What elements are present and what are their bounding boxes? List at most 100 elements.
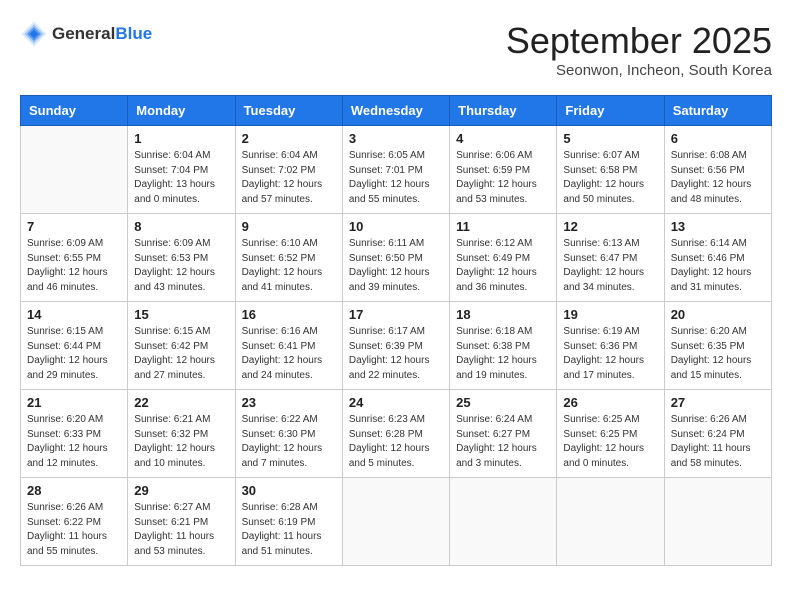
calendar-cell: 24 Sunrise: 6:23 AM Sunset: 6:28 PM Dayli…	[342, 390, 449, 478]
day-number: 5	[563, 131, 657, 146]
day-info: Sunrise: 6:19 AM Sunset: 6:36 PM Dayligh…	[563, 325, 657, 383]
weekday-header-friday: Friday	[557, 96, 664, 126]
day-number: 9	[242, 219, 336, 234]
weekday-header-monday: Monday	[128, 96, 235, 126]
calendar-cell: 21 Sunrise: 6:20 AM Sunset: 6:33 PM Dayli…	[21, 390, 128, 478]
month-title: September 2025	[506, 20, 772, 62]
calendar-cell	[557, 478, 664, 566]
weekday-header-tuesday: Tuesday	[235, 96, 342, 126]
day-info: Sunrise: 6:14 AM Sunset: 6:46 PM Dayligh…	[671, 237, 765, 295]
calendar-cell	[450, 478, 557, 566]
calendar-week-row: 7 Sunrise: 6:09 AM Sunset: 6:55 PM Daylig…	[21, 214, 772, 302]
day-info: Sunrise: 6:15 AM Sunset: 6:44 PM Dayligh…	[27, 325, 121, 383]
calendar-cell: 7 Sunrise: 6:09 AM Sunset: 6:55 PM Daylig…	[21, 214, 128, 302]
logo-general: General	[52, 24, 115, 43]
calendar-table: SundayMondayTuesdayWednesdayThursdayFrid…	[20, 95, 772, 566]
day-info: Sunrise: 6:09 AM Sunset: 6:55 PM Dayligh…	[27, 237, 121, 295]
calendar-cell: 9 Sunrise: 6:10 AM Sunset: 6:52 PM Daylig…	[235, 214, 342, 302]
day-info: Sunrise: 6:07 AM Sunset: 6:58 PM Dayligh…	[563, 149, 657, 207]
calendar-cell: 5 Sunrise: 6:07 AM Sunset: 6:58 PM Daylig…	[557, 126, 664, 214]
day-number: 29	[134, 483, 228, 498]
day-number: 21	[27, 395, 121, 410]
weekday-header-sunday: Sunday	[21, 96, 128, 126]
day-info: Sunrise: 6:04 AM Sunset: 7:02 PM Dayligh…	[242, 149, 336, 207]
calendar-cell: 4Sunrise: 6:06 AM Sunset: 6:59 PM Daylig…	[450, 126, 557, 214]
calendar-cell: 18 Sunrise: 6:18 AM Sunset: 6:38 PM Dayli…	[450, 302, 557, 390]
logo: GeneralBlue	[20, 20, 152, 48]
day-info: Sunrise: 6:28 AM Sunset: 6:19 PM Dayligh…	[242, 501, 336, 559]
day-number: 10	[349, 219, 443, 234]
day-info: Sunrise: 6:23 AM Sunset: 6:28 PM Dayligh…	[349, 413, 443, 471]
day-info: Sunrise: 6:18 AM Sunset: 6:38 PM Dayligh…	[456, 325, 550, 383]
location-subtitle: Seonwon, Incheon, South Korea	[506, 62, 772, 79]
day-number: 25	[456, 395, 550, 410]
calendar-cell: 27Sunrise: 6:26 AM Sunset: 6:24 PM Dayli…	[664, 390, 771, 478]
calendar-cell: 6 Sunrise: 6:08 AM Sunset: 6:56 PM Daylig…	[664, 126, 771, 214]
weekday-header-thursday: Thursday	[450, 96, 557, 126]
day-info: Sunrise: 6:15 AM Sunset: 6:42 PM Dayligh…	[134, 325, 228, 383]
calendar-cell: 29 Sunrise: 6:27 AM Sunset: 6:21 PM Dayli…	[128, 478, 235, 566]
day-number: 20	[671, 307, 765, 322]
day-number: 16	[242, 307, 336, 322]
calendar-cell: 20 Sunrise: 6:20 AM Sunset: 6:35 PM Dayli…	[664, 302, 771, 390]
calendar-week-row: 14Sunrise: 6:15 AM Sunset: 6:44 PM Dayli…	[21, 302, 772, 390]
day-number: 15	[134, 307, 228, 322]
logo-blue: Blue	[115, 24, 152, 43]
calendar-cell: 12Sunrise: 6:13 AM Sunset: 6:47 PM Dayli…	[557, 214, 664, 302]
day-info: Sunrise: 6:11 AM Sunset: 6:50 PM Dayligh…	[349, 237, 443, 295]
day-info: Sunrise: 6:25 AM Sunset: 6:25 PM Dayligh…	[563, 413, 657, 471]
calendar-cell: 19 Sunrise: 6:19 AM Sunset: 6:36 PM Dayli…	[557, 302, 664, 390]
calendar-week-row: 28Sunrise: 6:26 AM Sunset: 6:22 PM Dayli…	[21, 478, 772, 566]
day-number: 12	[563, 219, 657, 234]
day-info: Sunrise: 6:08 AM Sunset: 6:56 PM Dayligh…	[671, 149, 765, 207]
calendar-cell: 26 Sunrise: 6:25 AM Sunset: 6:25 PM Dayli…	[557, 390, 664, 478]
page-header: GeneralBlue September 2025 Seonwon, Inch…	[20, 20, 772, 79]
day-info: Sunrise: 6:09 AM Sunset: 6:53 PM Dayligh…	[134, 237, 228, 295]
day-info: Sunrise: 6:26 AM Sunset: 6:22 PM Dayligh…	[27, 501, 121, 559]
day-number: 6	[671, 131, 765, 146]
calendar-cell: 16 Sunrise: 6:16 AM Sunset: 6:41 PM Dayli…	[235, 302, 342, 390]
calendar-cell: 28Sunrise: 6:26 AM Sunset: 6:22 PM Dayli…	[21, 478, 128, 566]
day-number: 26	[563, 395, 657, 410]
calendar-cell: 3 Sunrise: 6:05 AM Sunset: 7:01 PM Daylig…	[342, 126, 449, 214]
day-info: Sunrise: 6:10 AM Sunset: 6:52 PM Dayligh…	[242, 237, 336, 295]
day-number: 24	[349, 395, 443, 410]
day-number: 30	[242, 483, 336, 498]
day-number: 19	[563, 307, 657, 322]
day-info: Sunrise: 6:05 AM Sunset: 7:01 PM Dayligh…	[349, 149, 443, 207]
calendar-cell: 10 Sunrise: 6:11 AM Sunset: 6:50 PM Dayli…	[342, 214, 449, 302]
calendar-cell	[664, 478, 771, 566]
calendar-cell: 14Sunrise: 6:15 AM Sunset: 6:44 PM Dayli…	[21, 302, 128, 390]
day-number: 13	[671, 219, 765, 234]
calendar-cell	[21, 126, 128, 214]
calendar-cell: 25Sunrise: 6:24 AM Sunset: 6:27 PM Dayli…	[450, 390, 557, 478]
day-number: 4	[456, 131, 550, 146]
calendar-cell: 22Sunrise: 6:21 AM Sunset: 6:32 PM Dayli…	[128, 390, 235, 478]
day-number: 1	[134, 131, 228, 146]
day-number: 3	[349, 131, 443, 146]
day-number: 17	[349, 307, 443, 322]
day-info: Sunrise: 6:21 AM Sunset: 6:32 PM Dayligh…	[134, 413, 228, 471]
day-info: Sunrise: 6:22 AM Sunset: 6:30 PM Dayligh…	[242, 413, 336, 471]
calendar-cell: 2 Sunrise: 6:04 AM Sunset: 7:02 PM Daylig…	[235, 126, 342, 214]
day-info: Sunrise: 6:20 AM Sunset: 6:33 PM Dayligh…	[27, 413, 121, 471]
title-block: September 2025 Seonwon, Incheon, South K…	[506, 20, 772, 79]
day-number: 23	[242, 395, 336, 410]
day-number: 11	[456, 219, 550, 234]
day-info: Sunrise: 6:27 AM Sunset: 6:21 PM Dayligh…	[134, 501, 228, 559]
day-info: Sunrise: 6:17 AM Sunset: 6:39 PM Dayligh…	[349, 325, 443, 383]
weekday-header-wednesday: Wednesday	[342, 96, 449, 126]
day-number: 7	[27, 219, 121, 234]
day-number: 2	[242, 131, 336, 146]
day-number: 27	[671, 395, 765, 410]
calendar-week-row: 1 Sunrise: 6:04 AM Sunset: 7:04 PM Daylig…	[21, 126, 772, 214]
weekday-header-row: SundayMondayTuesdayWednesdayThursdayFrid…	[21, 96, 772, 126]
day-info: Sunrise: 6:04 AM Sunset: 7:04 PM Dayligh…	[134, 149, 228, 207]
day-info: Sunrise: 6:20 AM Sunset: 6:35 PM Dayligh…	[671, 325, 765, 383]
calendar-cell: 11Sunrise: 6:12 AM Sunset: 6:49 PM Dayli…	[450, 214, 557, 302]
calendar-cell: 23 Sunrise: 6:22 AM Sunset: 6:30 PM Dayli…	[235, 390, 342, 478]
day-number: 18	[456, 307, 550, 322]
calendar-cell	[342, 478, 449, 566]
calendar-cell: 30 Sunrise: 6:28 AM Sunset: 6:19 PM Dayli…	[235, 478, 342, 566]
day-info: Sunrise: 6:16 AM Sunset: 6:41 PM Dayligh…	[242, 325, 336, 383]
